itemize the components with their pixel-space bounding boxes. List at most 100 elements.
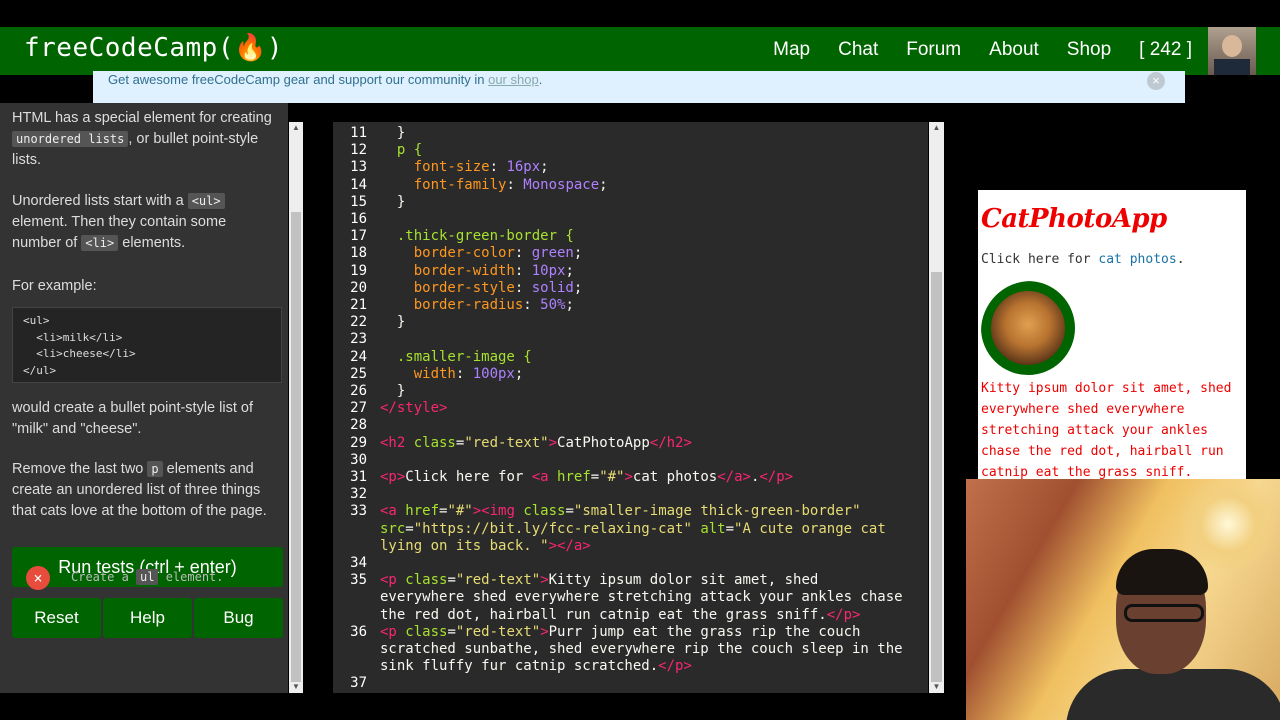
line-number: 28 [350,417,367,434]
nav-map[interactable]: Map [773,39,810,61]
editor-scroll-up-icon[interactable]: ▲ [929,122,944,134]
preview-paragraph-1: Click here for cat photos. [981,252,1185,267]
line-number: 16 [350,211,367,227]
scroll-up-icon[interactable]: ▲ [289,122,303,134]
code-line[interactable]: p { [380,142,422,159]
editor-scroll-thumb[interactable] [931,272,942,682]
line-number: 23 [350,331,367,348]
test-result: × Create a ul element. [26,564,286,592]
line-number: 17 [350,228,367,245]
code-line[interactable]: <a href="#"><img class="smaller-image th… [380,503,861,520]
code-line[interactable]: border-radius: 50%; [380,297,574,314]
nav-forum[interactable]: Forum [906,39,961,61]
inline-code: unordered lists [12,131,129,147]
line-number: 26 [350,383,367,399]
inline-code-li: <li> [81,235,119,251]
navbar: freeCodeCamp(🔥) Map Chat Forum About Sho… [0,27,1280,75]
instructions-p2: Unordered lists start with a <ul> elemen… [12,191,278,254]
code-line[interactable]: <p class="red-text">Purr jump eat the gr… [380,624,861,641]
code-line[interactable]: <h2 class="red-text">CatPhotoApp</h2> [380,435,692,452]
banner-suffix: . [538,72,543,87]
brand-logo[interactable]: freeCodeCamp(🔥) [24,33,283,63]
points-counter[interactable]: [ 242 ] [1139,39,1192,61]
instructions-scrollbar[interactable]: ▲ ▼ [289,122,303,693]
line-number: 13 [350,159,367,176]
p2-text-end: elements. [118,235,186,251]
help-button[interactable]: Help [103,598,192,638]
bug-button[interactable]: Bug [194,598,283,638]
line-number: 14 [350,176,367,193]
line-number: 19 [350,262,367,279]
line-number: 37 [350,675,367,692]
nav-chat[interactable]: Chat [838,39,878,61]
avatar[interactable] [1208,27,1256,75]
preview-pane: CatPhotoApp Click here for cat photos. K… [978,190,1246,480]
code-line[interactable]: <p>Click here for <a href="#">cat photos… [380,469,793,486]
code-line[interactable]: scratched sunbathe, shed everywhere rip … [380,641,903,658]
code-line[interactable]: .smaller-image { [380,349,532,366]
preview-paragraph-2: Kitty ipsum dolor sit amet, shed everywh… [981,381,1232,480]
person-body [1066,669,1280,720]
line-number: 35 [350,572,367,589]
banner-message: Get awesome freeCodeCamp gear and suppor… [108,72,489,87]
code-line[interactable]: } [380,125,405,142]
code-line[interactable]: lying on its back. "></a> [380,538,591,555]
banner-shop-link[interactable]: our shop [488,72,539,87]
code-editor[interactable]: 11 12 13 14 15 16 17 18 19 20 21 22 23 24 25 26 27 28 29 30… [333,122,928,693]
code-line[interactable]: } [380,383,405,400]
shop-banner: Get awesome freeCodeCamp gear and suppor… [93,71,1185,103]
instructions-intro: HTML has a special element for creating … [12,108,278,171]
instructions-panel: HTML has a special element for creating … [0,103,288,693]
p2-text: Unordered lists start with a [12,193,188,209]
line-number: 33 [350,503,367,520]
preview-title: CatPhotoApp [981,204,1167,234]
instructions-p3: For example: [12,278,97,294]
code-line[interactable]: </style> [380,400,447,417]
line-number: 29 [350,434,367,451]
scroll-thumb[interactable] [291,212,301,682]
code-line[interactable]: .thick-green-border { [380,228,574,245]
inline-code-ul: <ul> [187,193,225,209]
code-line[interactable]: <p class="red-text">Kitty ipsum dolor si… [380,572,818,589]
test-code: ul [136,569,159,585]
test-text-post: element. [158,570,224,584]
line-number: 11 [350,125,367,141]
nav-shop[interactable]: Shop [1067,39,1111,61]
line-number: 27 [350,400,367,417]
nav-about[interactable]: About [989,39,1039,61]
editor-scrollbar[interactable]: ▲ ▼ [929,122,944,693]
code-line[interactable]: } [380,314,405,331]
instructions-p4: would create a bullet point-style list o… [12,400,253,437]
code-line[interactable]: border-color: green; [380,245,583,262]
line-number: 18 [350,245,367,262]
example-code-block: <ul> <li>milk</li> <li>cheese</li> </ul> [12,307,282,383]
line-gutter: 11 12 13 14 15 16 17 18 19 20 21 22 23 24 25 26 27 28 29 30… [333,122,371,693]
line-number: 31 [350,469,367,485]
line-number: 20 [350,279,367,296]
code-line[interactable]: font-family: Monospace; [380,177,608,194]
code-line[interactable]: border-width: 10px; [380,263,574,280]
line-number: 25 [350,365,367,382]
code-line[interactable]: everywhere shed everywhere stretching at… [380,589,903,606]
preview-cat-photos-link[interactable]: cat photos [1098,252,1176,267]
editor-scroll-down-icon[interactable]: ▼ [929,681,944,693]
reset-button[interactable]: Reset [12,598,101,638]
code-line[interactable]: } [380,194,405,211]
code-line[interactable]: width: 100px; [380,366,524,383]
line-number: 22 [350,314,367,331]
close-icon[interactable]: × [1147,72,1165,90]
scroll-down-icon[interactable]: ▼ [289,681,303,693]
line-number: 21 [350,297,367,313]
code-line[interactable]: the red dot, hairball run catnip eat the… [380,607,860,624]
code-line[interactable]: src="https://bit.ly/fcc-relaxing-cat" al… [380,521,886,538]
code-line[interactable]: font-size: 16px; [380,159,549,176]
inline-code-p: p [147,461,163,477]
intro-text: HTML has a special element for creating [12,110,272,126]
cat-image[interactable] [981,281,1081,381]
avatar-face [1222,35,1242,57]
test-text-pre: Create a [71,570,137,584]
code-line[interactable]: sink fluffy fur catnip scratched.</p> [380,658,692,675]
line-number: 30 [350,451,367,468]
top-black-bar [0,0,1280,27]
code-line[interactable]: border-style: solid; [380,280,583,297]
